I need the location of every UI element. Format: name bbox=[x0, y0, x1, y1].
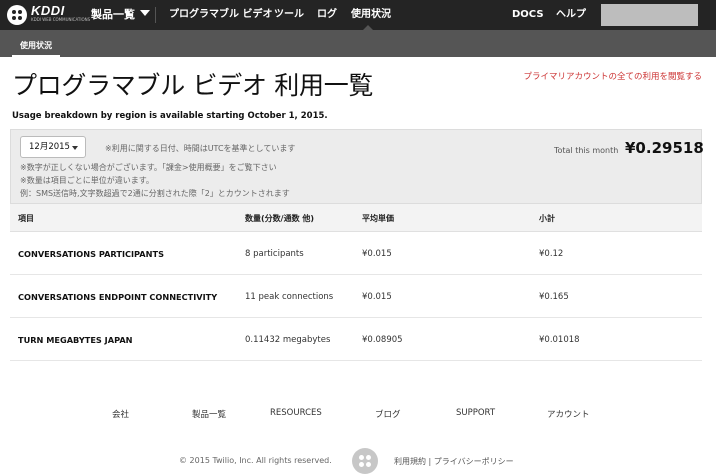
nav-item-help[interactable]: ヘルプ bbox=[556, 0, 586, 30]
total-value: ¥0.29518 bbox=[625, 139, 704, 157]
panel-note-example: 例：SMS送信時,文字数超過で2通に分割された際「2」とカウントされます bbox=[20, 189, 290, 198]
nav-item-logs[interactable]: ログ bbox=[317, 0, 337, 30]
column-header-item: 項目 bbox=[18, 214, 34, 223]
total-label: Total this month bbox=[554, 146, 619, 155]
row-quantity: 11 peak connections bbox=[245, 292, 334, 302]
twilio-footer-logo-icon bbox=[352, 448, 378, 474]
footer-link-resources[interactable]: RESOURCES bbox=[270, 408, 322, 418]
nav-item-tools[interactable]: ツール bbox=[274, 0, 304, 30]
table-row: TURN MEGABYTES JAPAN 0.11432 megabytes ¥… bbox=[10, 318, 702, 361]
summary-panel: 12月2015 ※利用に関する日付、時間はUTCを基準としています ※数字が正し… bbox=[10, 129, 704, 204]
chevron-down-icon bbox=[140, 10, 150, 16]
footer-link-company[interactable]: 会社 bbox=[112, 408, 129, 420]
twilio-logo-icon[interactable] bbox=[7, 5, 27, 25]
footer-link-blog[interactable]: ブログ bbox=[375, 408, 401, 420]
panel-note-accuracy: ※数字が正しくない場合がございます。「課金>使用概要」をご覧下さい bbox=[20, 163, 277, 172]
nav-item-docs[interactable]: DOCS bbox=[512, 0, 544, 30]
sub-nav: 使用状況 bbox=[0, 30, 716, 57]
products-menu-label: 製品一覧 bbox=[91, 8, 135, 21]
row-item: CONVERSATIONS PARTICIPANTS bbox=[18, 249, 164, 259]
panel-note-units: ※数量は項目ごとに単位が違います。 bbox=[20, 176, 154, 185]
chevron-down-icon bbox=[72, 146, 78, 150]
tab-usage[interactable]: 使用状況 bbox=[12, 30, 60, 57]
nav-item-programmable-video[interactable]: プログラマブル ビデオ bbox=[169, 0, 272, 30]
kddi-brand-sub: KDDI WEB COMMUNICATIONS bbox=[31, 17, 91, 22]
table-header: 項目 数量(分数/通数 他) 平均単価 小計 bbox=[10, 204, 702, 232]
footer-link-support[interactable]: SUPPORT bbox=[456, 408, 495, 418]
row-unit-price: ¥0.08905 bbox=[362, 335, 403, 345]
footer-link-account[interactable]: アカウント bbox=[547, 408, 590, 420]
row-subtotal: ¥0.01018 bbox=[539, 335, 580, 345]
month-select[interactable]: 12月2015 bbox=[20, 136, 86, 158]
table-row: CONVERSATIONS ENDPOINT CONNECTIVITY 11 p… bbox=[10, 275, 702, 318]
top-nav: KDDI KDDI WEB COMMUNICATIONS 製品一覧 プログラマブ… bbox=[0, 0, 716, 30]
kddi-logo[interactable]: KDDI KDDI WEB COMMUNICATIONS bbox=[31, 3, 91, 23]
column-header-unit-price: 平均単価 bbox=[362, 214, 394, 223]
row-subtotal: ¥0.12 bbox=[539, 249, 564, 259]
search-input[interactable] bbox=[601, 4, 698, 26]
page-title: プログラマブル ビデオ 利用一覧 bbox=[12, 71, 374, 100]
footer-link-products[interactable]: 製品一覧 bbox=[192, 408, 226, 420]
column-header-quantity: 数量(分数/通数 他) bbox=[245, 214, 315, 223]
nav-divider bbox=[155, 7, 156, 23]
row-item: TURN MEGABYTES JAPAN bbox=[18, 335, 133, 345]
tab-usage-label: 使用状況 bbox=[20, 41, 52, 50]
row-subtotal: ¥0.165 bbox=[539, 292, 569, 302]
copyright: © 2015 Twilio, Inc. All rights reserved. bbox=[179, 456, 332, 465]
footer-legal-links[interactable]: 利用規約 | プライバシーポリシー bbox=[394, 456, 514, 467]
table-row: CONVERSATIONS PARTICIPANTS 8 participant… bbox=[10, 232, 702, 275]
kddi-brand: KDDI bbox=[31, 3, 65, 18]
row-quantity: 0.11432 megabytes bbox=[245, 335, 331, 345]
row-unit-price: ¥0.015 bbox=[362, 292, 392, 302]
region-note: Usage breakdown by region is available s… bbox=[12, 111, 328, 121]
column-header-subtotal: 小計 bbox=[539, 214, 555, 223]
row-item: CONVERSATIONS ENDPOINT CONNECTIVITY bbox=[18, 292, 218, 302]
row-unit-price: ¥0.015 bbox=[362, 249, 392, 259]
tab-active-underline bbox=[12, 55, 60, 57]
primary-account-link[interactable]: プライマリアカウントの全ての利用を閲覧する bbox=[506, 71, 702, 84]
panel-note-utc: ※利用に関する日付、時間はUTCを基準としています bbox=[105, 144, 296, 153]
products-menu[interactable]: 製品一覧 bbox=[91, 0, 150, 30]
month-select-value: 12月2015 bbox=[29, 142, 70, 152]
row-quantity: 8 participants bbox=[245, 249, 304, 259]
